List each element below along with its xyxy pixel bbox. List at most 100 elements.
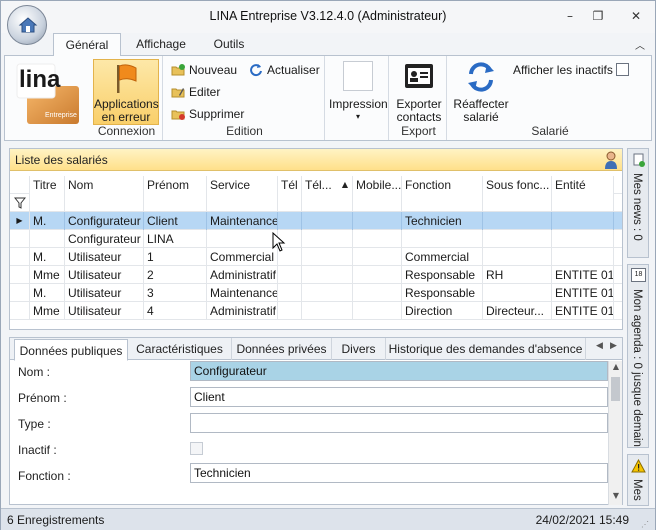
cell-fonction[interactable]: Responsable (402, 284, 483, 302)
afficher-inactifs-checkbox[interactable] (616, 63, 629, 76)
prenom-field[interactable]: Client (190, 387, 608, 407)
mes-news-tab[interactable]: Mes news : 0 (627, 148, 649, 258)
cell-tel-2[interactable] (302, 302, 353, 320)
tab-caracteristiques[interactable]: Caractéristiques (128, 338, 232, 360)
cell-titre[interactable]: M. (30, 212, 65, 230)
chevron-up-icon[interactable]: ︿ (635, 37, 645, 52)
cell-sous-fonction[interactable] (483, 230, 552, 248)
filter-cell[interactable] (302, 194, 353, 212)
cell-sous-fonction[interactable] (483, 212, 552, 230)
column-header-sous-fonction[interactable]: Sous fonc... (483, 176, 552, 194)
cell-fonction[interactable]: Responsable (402, 266, 483, 284)
reaffecter-salarie-button[interactable]: Réaffecter salarié (451, 59, 511, 124)
editer-button[interactable]: Editer (169, 83, 220, 101)
tab-donnees-privees[interactable]: Données privées (232, 338, 332, 360)
cell-tel-2[interactable] (302, 284, 353, 302)
column-header-fonction[interactable]: Fonction (402, 176, 483, 194)
column-header-service[interactable]: Service (207, 176, 278, 194)
supprimer-button[interactable]: Supprimer (169, 105, 244, 123)
exporter-contacts-button[interactable]: Exporter contacts (392, 59, 446, 124)
cell-prenom[interactable]: Client (144, 212, 207, 230)
cell-sous-fonction[interactable]: Directeur... (483, 302, 552, 320)
current-row-arrow-icon[interactable]: ▶ (10, 212, 30, 230)
scroll-down-icon[interactable]: ▼ (609, 491, 623, 500)
application-menu-button[interactable] (7, 5, 47, 45)
applications-en-erreur-button[interactable]: Applications en erreur (93, 59, 159, 125)
row-indicator[interactable] (10, 230, 30, 248)
person-icon[interactable] (604, 151, 618, 169)
nom-field[interactable]: Configurateur (190, 361, 608, 381)
row-indicator[interactable] (10, 284, 30, 302)
cell-entite[interactable] (552, 212, 614, 230)
table-row[interactable]: ▶ M. Configurateur Client Maintenance Technic… (10, 212, 622, 230)
filter-cell[interactable] (144, 194, 207, 212)
row-indicator[interactable] (10, 266, 30, 284)
table-row[interactable]: Mme Utilisateur 2 Administratif Responsable R… (10, 266, 622, 284)
cell-tel[interactable] (278, 266, 302, 284)
cell-service[interactable] (207, 230, 278, 248)
cell-mobile[interactable] (353, 284, 402, 302)
cell-titre[interactable]: Mme (30, 266, 65, 284)
cell-tel[interactable] (278, 212, 302, 230)
cell-titre[interactable]: M. (30, 284, 65, 302)
cell-sous-fonction[interactable] (483, 284, 552, 302)
column-header-entite[interactable]: Entité (552, 176, 614, 194)
cell-prenom[interactable]: 3 (144, 284, 207, 302)
tab-historique-absences[interactable]: Historique des demandes d'absence (386, 338, 586, 360)
tab-affichage[interactable]: Affichage (127, 33, 195, 56)
cell-sous-fonction[interactable]: RH (483, 266, 552, 284)
cell-mobile[interactable] (353, 248, 402, 266)
close-button[interactable]: ✕ (625, 7, 647, 25)
cell-service[interactable]: Administratif (207, 302, 278, 320)
filter-cell[interactable] (353, 194, 402, 212)
row-indicator[interactable] (10, 302, 30, 320)
cell-prenom[interactable]: 2 (144, 266, 207, 284)
cell-mobile[interactable] (353, 266, 402, 284)
type-field[interactable] (190, 413, 608, 433)
cell-fonction[interactable]: Direction (402, 302, 483, 320)
alerts-tab[interactable]: Mes (627, 454, 649, 506)
cell-service[interactable]: Maintenance (207, 212, 278, 230)
row-indicator[interactable] (10, 248, 30, 266)
cell-entite[interactable]: ENTITE 01 (552, 302, 614, 320)
cell-prenom[interactable]: LINA (144, 230, 207, 248)
tab-donnees-publiques[interactable]: Données publiques (14, 339, 128, 361)
cell-fonction[interactable]: Technicien (402, 212, 483, 230)
cell-prenom[interactable]: 4 (144, 302, 207, 320)
column-header-mobile[interactable]: Mobile... (353, 176, 402, 194)
maximize-button[interactable]: ❐ (587, 7, 609, 25)
cell-fonction[interactable]: Commercial (402, 248, 483, 266)
filter-cell[interactable] (207, 194, 278, 212)
cell-service[interactable]: Commercial (207, 248, 278, 266)
cell-nom[interactable]: Configurateur (65, 230, 144, 248)
actualiser-button[interactable]: Actualiser (247, 61, 320, 79)
cell-fonction[interactable] (402, 230, 483, 248)
scrollbar-thumb[interactable] (611, 377, 620, 401)
cell-titre[interactable]: M. (30, 248, 65, 266)
filter-cell[interactable] (30, 194, 65, 212)
filter-cell[interactable] (278, 194, 302, 212)
cell-tel-2[interactable] (302, 230, 353, 248)
filter-cell[interactable] (402, 194, 483, 212)
filter-cell[interactable] (483, 194, 552, 212)
cell-sous-fonction[interactable] (483, 248, 552, 266)
tab-outils[interactable]: Outils (201, 33, 257, 56)
cell-mobile[interactable] (353, 302, 402, 320)
column-header-prenom[interactable]: Prénom (144, 176, 207, 194)
cell-tel-2[interactable] (302, 248, 353, 266)
tab-general[interactable]: Général (53, 33, 121, 56)
cell-titre[interactable] (30, 230, 65, 248)
column-header-tel[interactable]: Tél (278, 176, 302, 194)
table-row[interactable]: Configurateur LINA (10, 230, 622, 248)
cell-entite[interactable]: ENTITE 01 (552, 266, 614, 284)
tab-scroll-left-icon[interactable]: ◀ (596, 341, 603, 351)
cell-tel-2[interactable] (302, 266, 353, 284)
cell-tel[interactable] (278, 302, 302, 320)
cell-prenom[interactable]: 1 (144, 248, 207, 266)
filter-icon[interactable] (10, 194, 30, 212)
minimize-button[interactable]: – (559, 7, 581, 25)
cell-nom[interactable]: Configurateur (65, 212, 144, 230)
cell-tel[interactable] (278, 284, 302, 302)
cell-nom[interactable]: Utilisateur (65, 266, 144, 284)
cell-mobile[interactable] (353, 230, 402, 248)
